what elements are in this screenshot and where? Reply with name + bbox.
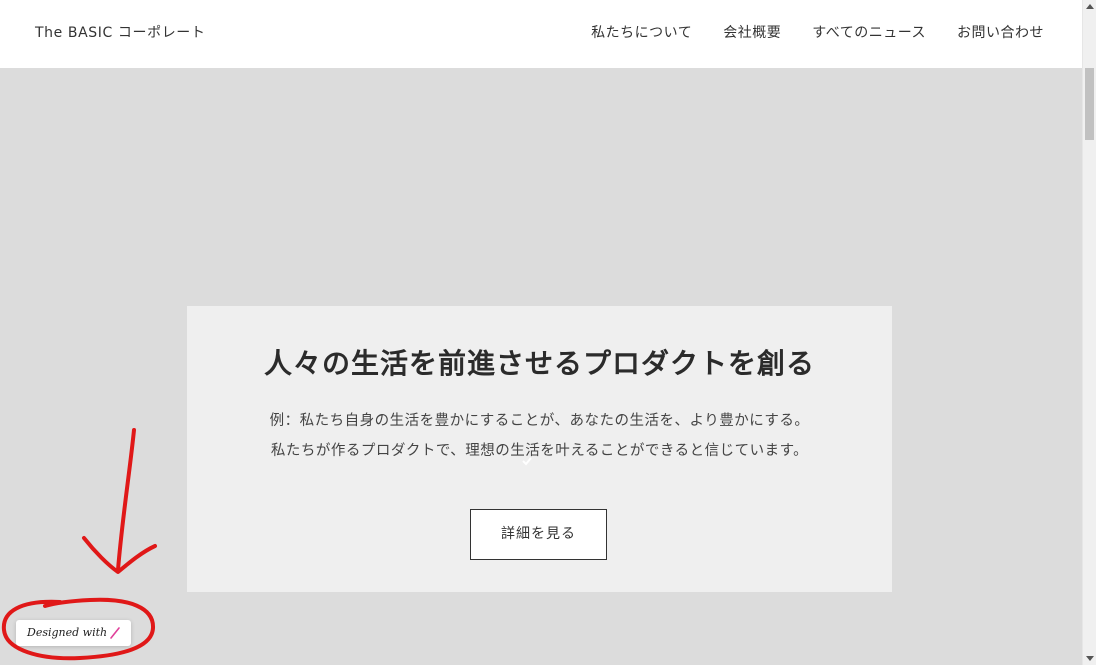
scroll-thumb[interactable] xyxy=(1085,68,1094,140)
hero-description-line: 例：私たち自身の生活を豊かにすることが、あなたの生活を、より豊かにする。 xyxy=(269,413,810,429)
designed-with-badge[interactable]: Designed with xyxy=(16,620,131,646)
nav-item-about[interactable]: 私たちについて xyxy=(591,22,692,42)
page: The BASIC コーポレート 私たちについて 会社概要 すべてのニュース お… xyxy=(0,0,1096,665)
site-header: The BASIC コーポレート 私たちについて 会社概要 すべてのニュース お… xyxy=(0,0,1082,68)
detail-button[interactable]: 詳細を見る xyxy=(470,509,607,560)
scroll-up-icon[interactable] xyxy=(1086,4,1094,9)
nav-item-contact[interactable]: お問い合わせ xyxy=(957,22,1044,42)
nav-item-news[interactable]: すべてのニュース xyxy=(812,22,926,42)
hero-card: 人々の生活を前進させるプロダクトを創る 例：私たち自身の生活を豊かにすることが、… xyxy=(187,306,892,592)
pen-icon xyxy=(110,627,120,639)
site-logo[interactable]: The BASIC コーポレート xyxy=(35,22,206,42)
hero-description-line: 私たちが作るプロダクトで、理想の生活を叶えることができると信じています。 xyxy=(270,443,809,459)
cursor-icon xyxy=(522,457,532,466)
annotation-arrow-icon xyxy=(116,428,136,572)
global-nav: 私たちについて 会社概要 すべてのニュース お問い合わせ xyxy=(591,22,1044,42)
nav-item-company[interactable]: 会社概要 xyxy=(723,22,781,42)
annotation-arrowhead-icon xyxy=(82,536,157,574)
scrollbar[interactable] xyxy=(1082,0,1096,665)
designed-with-label: Designed with xyxy=(27,626,108,639)
hero-title: 人々の生活を前進させるプロダクトを創る xyxy=(263,347,815,380)
hero-description: 例：私たち自身の生活を豊かにすることが、あなたの生活を、より豊かにする。 私たち… xyxy=(187,406,892,466)
scroll-down-icon[interactable] xyxy=(1086,656,1094,661)
